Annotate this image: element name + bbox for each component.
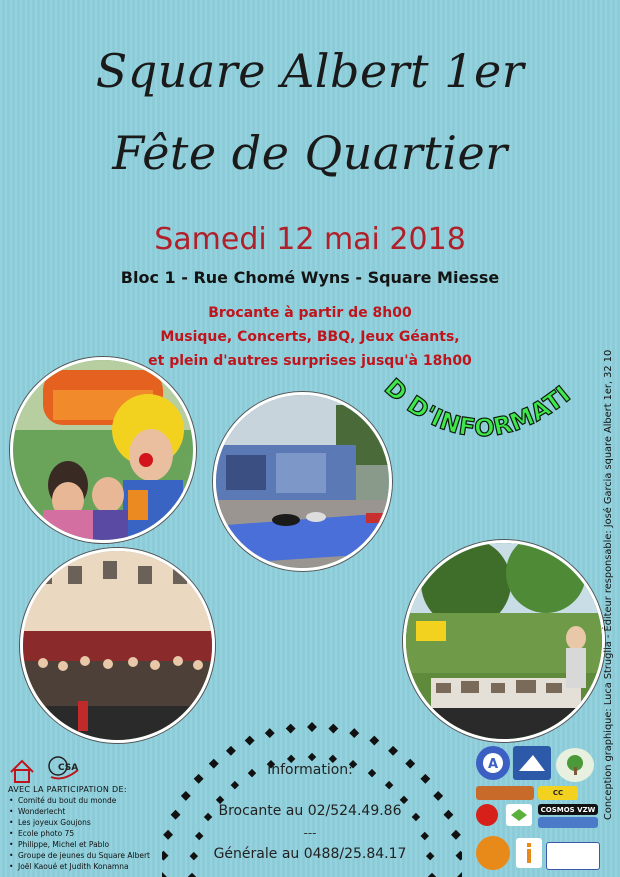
photo-breakdance-graffiti: [213, 392, 392, 571]
photo-clown-children: [10, 357, 196, 543]
decorative-dot: [420, 773, 431, 784]
decorative-dot: [285, 723, 296, 734]
decorative-dot: [405, 758, 416, 769]
sponsor-logo-blue: [538, 817, 598, 828]
csa-logo: CSA: [48, 756, 79, 780]
decorative-dot: [450, 829, 461, 840]
sponsor-logo-a: A: [476, 746, 510, 780]
sponsor-logo-cosmos: COSMOS VZW: [538, 804, 598, 815]
decorative-dot: [369, 735, 380, 746]
decorative-dot: [163, 829, 174, 840]
info-separator: ---: [303, 826, 317, 840]
stand-information-banner: STAND D'INFORMATION SL: [370, 368, 576, 443]
house-icon: [10, 759, 34, 783]
sponsor-logo-tree: [556, 748, 594, 782]
decorative-dot: [230, 780, 240, 790]
sponsor-logo-red: [476, 804, 498, 826]
participation-heading: AVEC LA PARTICIPATION DE:: [8, 785, 127, 794]
decorative-dot: [244, 735, 255, 746]
list-item: Les joyeux Goujons: [9, 817, 150, 828]
list-item: Wonderlecht: [9, 806, 150, 817]
decorative-dot: [264, 728, 275, 739]
decorative-dot: [455, 850, 462, 861]
event-date: Samedi 12 mai 2018: [154, 222, 466, 257]
activity-line-2: Musique, Concerts, BBQ, Jeux Géants,: [160, 329, 460, 345]
brocante-phone: Brocante au 02/524.49.86: [218, 803, 402, 819]
decorative-dot: [208, 758, 219, 769]
decorative-dot: [349, 728, 360, 739]
stand-banner-text: STAND D'INFORMATION SL: [370, 368, 576, 443]
decorative-dot: [162, 872, 167, 877]
decorative-dot: [388, 745, 399, 756]
decorative-dot: [457, 872, 462, 877]
list-item: Ecole photo 75: [9, 828, 150, 839]
decorative-dot: [193, 773, 204, 784]
event-address: Bloc 1 - Rue Chomé Wyns - Square Miesse: [120, 268, 500, 287]
decorative-dot: [187, 872, 197, 877]
decorative-dot: [384, 780, 394, 790]
title-line-2: Fête de Quartier: [112, 126, 508, 180]
sponsor-logo-arrow: [513, 746, 551, 780]
title-line-1: Square Albert 1er: [95, 44, 525, 98]
decorative-dot: [328, 723, 339, 734]
info-heading: Information:: [267, 762, 353, 778]
sponsor-logo-cc: CC: [538, 786, 578, 800]
decorative-dot: [225, 745, 236, 756]
participants-list: Comité du bout du monde Wonderlecht Les …: [8, 795, 150, 872]
decorative-dot: [433, 790, 444, 801]
organizer-logos: CSA: [10, 756, 79, 783]
list-item: Comité du bout du monde: [9, 795, 150, 806]
decorative-dot: [443, 809, 454, 820]
svg-text:A: A: [488, 757, 498, 772]
sponsor-logo-band: [476, 786, 534, 800]
svg-text:CSA: CSA: [58, 763, 78, 773]
decorative-dot: [162, 850, 169, 861]
sponsor-logo-green: [506, 804, 532, 826]
list-item: Groupe de jeunes du Square Albert: [9, 850, 150, 861]
sponsor-logo-brussels: [546, 842, 600, 870]
svg-text:STAND D'INFORMATION SL: STAND D'INFORMATION SL: [370, 368, 576, 442]
sponsor-logo-i: [516, 838, 542, 868]
sponsor-logos: A CC COSMOS VZW: [476, 746, 601, 874]
list-item: Joël Kaoué et Judith Konamna: [9, 861, 150, 872]
decorative-dot: [307, 752, 317, 762]
sponsor-logo-orange: [476, 836, 510, 870]
decorative-dot: [307, 722, 317, 732]
activity-line-1: Brocante à partir de 8h00: [208, 305, 412, 321]
side-credit-text: Conception graphique: Luca Struglia - Éd…: [601, 350, 614, 820]
decorative-dot: [427, 872, 437, 877]
decorative-dot: [180, 790, 191, 801]
general-phone: Générale au 0488/25.84.17: [213, 846, 407, 862]
decorative-dot: [170, 809, 181, 820]
list-item: Philippe, Michel et Pablo: [9, 839, 150, 850]
